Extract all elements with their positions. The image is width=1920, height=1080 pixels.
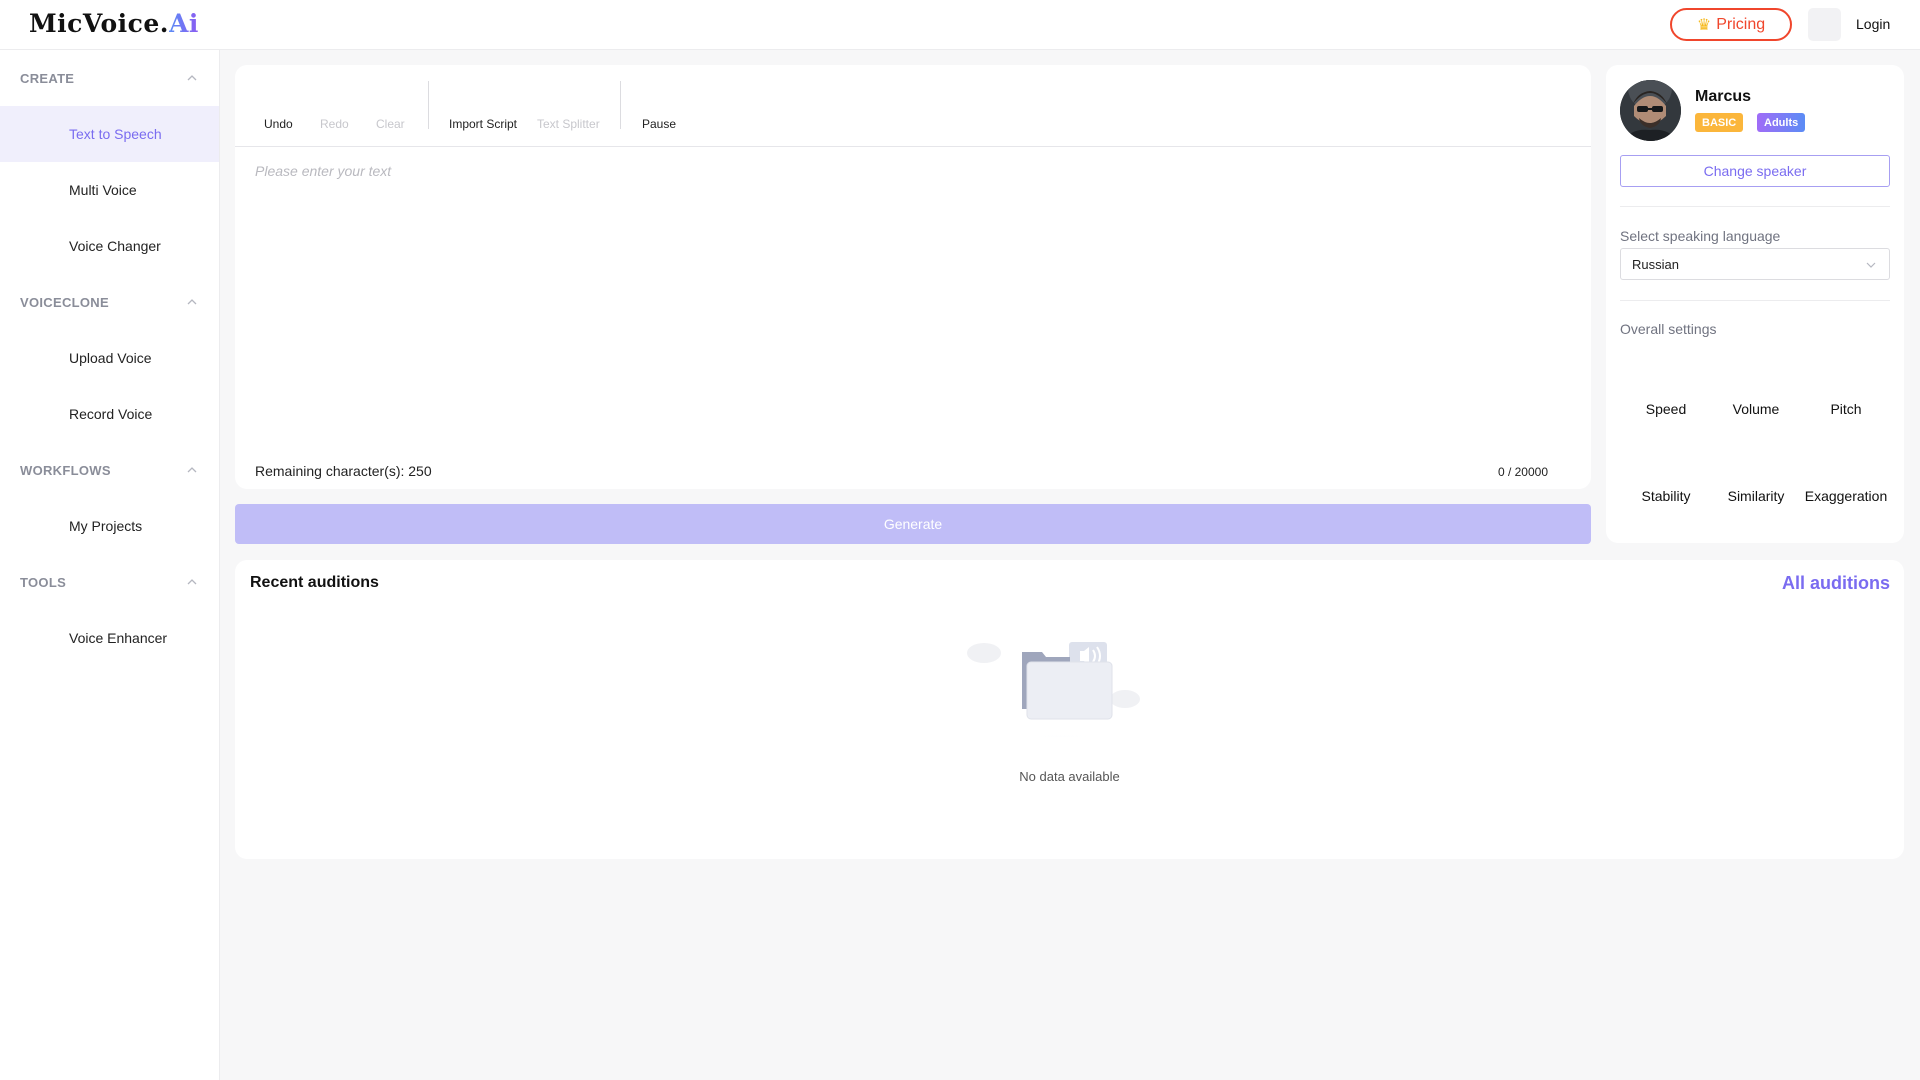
chevron-up-icon — [187, 75, 197, 81]
divider — [1620, 300, 1890, 301]
pricing-label: Pricing — [1716, 15, 1766, 33]
undo-button[interactable]: Undo — [264, 117, 293, 131]
sidebar-section-label: WORKFLOWS — [20, 462, 111, 478]
sidebar-section-tools[interactable]: TOOLS — [0, 570, 219, 594]
text-splitter-button[interactable]: Text Splitter — [537, 117, 600, 131]
crown-icon: ♛ — [1696, 16, 1712, 34]
language-value: Russian — [1632, 256, 1679, 272]
chevron-up-icon — [187, 467, 197, 473]
all-auditions-link[interactable]: All auditions — [1782, 573, 1890, 594]
speed-setting[interactable]: Speed — [1621, 401, 1711, 417]
overall-settings-label: Overall settings — [1620, 321, 1717, 337]
sidebar-item-my-projects[interactable]: My Projects — [0, 498, 219, 554]
speaker-name: Marcus — [1695, 88, 1752, 105]
character-counter: 0 / 20000 — [1497, 465, 1548, 479]
sidebar-section-workflows[interactable]: WORKFLOWS — [0, 458, 219, 482]
exaggeration-setting[interactable]: Exaggeration — [1801, 488, 1891, 504]
language-select[interactable]: Russian — [1620, 248, 1890, 280]
import-script-button[interactable]: Import Script — [449, 117, 517, 131]
stability-setting[interactable]: Stability — [1621, 488, 1711, 504]
pricing-button[interactable]: ♛ Pricing — [1670, 8, 1792, 41]
pitch-setting[interactable]: Pitch — [1801, 401, 1891, 417]
divider — [1620, 206, 1890, 207]
change-speaker-button[interactable]: Change speaker — [1620, 155, 1890, 187]
chevron-up-icon — [187, 579, 197, 585]
remaining-characters: Remaining character(s): 250 — [255, 463, 432, 479]
pause-button[interactable]: Pause — [642, 117, 676, 131]
sidebar: CREATE Text to Speech Multi Voice Voice … — [0, 50, 220, 1080]
sidebar-item-record-voice[interactable]: Record Voice — [0, 386, 219, 442]
language-label: Select speaking language — [1620, 228, 1781, 244]
sidebar-section-label: VOICECLONE — [20, 294, 109, 310]
recent-auditions-title: Recent auditions — [250, 574, 379, 591]
user-avatar[interactable] — [1808, 8, 1841, 41]
text-input[interactable]: Please enter your text — [255, 163, 1571, 393]
speaker-panel: Marcus BASIC Adults Change speaker Selec… — [1606, 65, 1904, 543]
redo-button[interactable]: Redo — [320, 117, 349, 131]
sidebar-section-voiceclone[interactable]: VOICECLONE — [0, 290, 219, 314]
recent-auditions-card: Recent auditions All auditions No data a… — [235, 560, 1904, 859]
tier-badge: BASIC — [1695, 113, 1744, 132]
sidebar-section-create[interactable]: CREATE — [0, 66, 219, 90]
chevron-down-icon — [1866, 262, 1876, 268]
sidebar-item-voice-enhancer[interactable]: Voice Enhancer — [0, 610, 219, 666]
sidebar-section-label: TOOLS — [20, 574, 67, 590]
empty-folder-icon — [964, 642, 1160, 737]
sidebar-item-voice-changer[interactable]: Voice Changer — [0, 218, 219, 274]
sidebar-item-text-to-speech[interactable]: Text to Speech — [0, 106, 219, 162]
toolbar-divider — [428, 81, 429, 129]
generate-button[interactable]: Generate — [235, 504, 1591, 544]
sidebar-section-label: CREATE — [20, 70, 75, 86]
clear-button[interactable]: Clear — [376, 117, 405, 131]
empty-state-text: No data available — [1019, 769, 1120, 784]
toolbar-divider — [620, 81, 621, 129]
age-badge: Adults — [1757, 113, 1806, 132]
speaker-avatar — [1620, 80, 1681, 141]
logo[interactable]: MicVoice.Ai — [29, 9, 199, 38]
volume-setting[interactable]: Volume — [1711, 401, 1801, 417]
similarity-setting[interactable]: Similarity — [1711, 488, 1801, 504]
chevron-up-icon — [187, 299, 197, 305]
login-link[interactable]: Login — [1856, 16, 1890, 32]
text-editor-card: Undo Redo Clear Import Script Text Split… — [235, 65, 1591, 489]
top-header: MicVoice.Ai ♛ Pricing Login — [0, 0, 1920, 50]
editor-toolbar: Undo Redo Clear Import Script Text Split… — [235, 65, 1591, 147]
sidebar-item-multi-voice[interactable]: Multi Voice — [0, 162, 219, 218]
sidebar-item-upload-voice[interactable]: Upload Voice — [0, 330, 219, 386]
